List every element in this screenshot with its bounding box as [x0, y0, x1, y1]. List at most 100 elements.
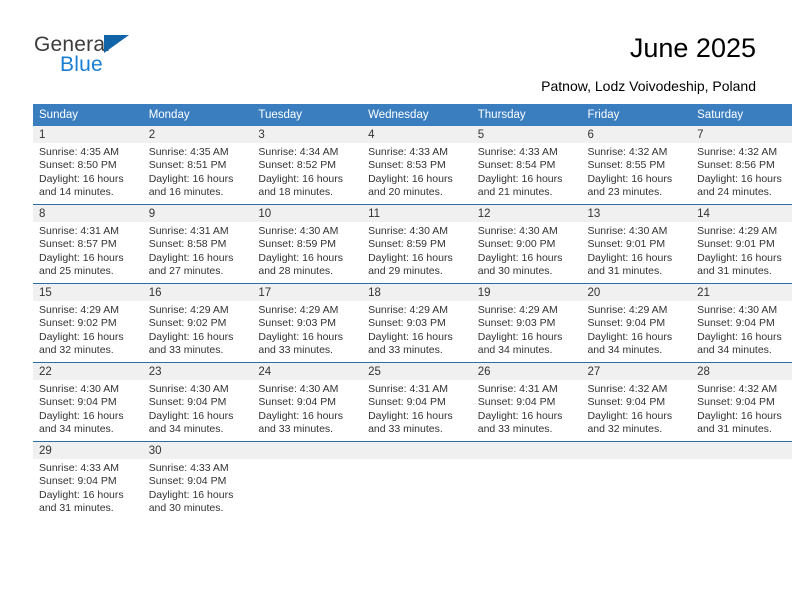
day-number [581, 442, 691, 444]
day-cell[interactable]: 15 Sunrise: 4:29 AM Sunset: 9:02 PM Dayligh… [33, 283, 143, 363]
day-cell[interactable]: 8 Sunrise: 4:31 AM Sunset: 8:57 PM Daylight… [33, 204, 143, 284]
day-number: 13 [587, 208, 601, 220]
sunset-text: Sunset: 9:04 PM [697, 317, 775, 330]
day-cell[interactable]: 30 Sunrise: 4:33 AM Sunset: 9:04 PM Dayligh… [142, 441, 253, 520]
daylight-text-line2: and 34 minutes. [477, 344, 553, 357]
logo[interactable]: General Blue [34, 33, 234, 83]
day-cell[interactable]: 13 Sunrise: 4:30 AM Sunset: 9:01 PM Dayligh… [581, 204, 692, 284]
daylight-text-line2: and 24 minutes. [697, 186, 772, 199]
sunset-text: Sunset: 8:53 PM [368, 159, 446, 172]
day-cell-empty [581, 441, 692, 520]
day-cell[interactable]: 6 Sunrise: 4:32 AM Sunset: 8:55 PM Daylight… [581, 126, 692, 205]
daylight-text-line2: and 28 minutes. [258, 265, 334, 278]
day-cell[interactable]: 22 Sunrise: 4:30 AM Sunset: 9:04 PM Dayligh… [33, 362, 143, 442]
day-number: 3 [258, 129, 265, 141]
day-number: 23 [148, 366, 162, 378]
sunrise-text: Sunrise: 4:30 AM [258, 225, 339, 237]
daylight-text-line1: Daylight: 16 hours [148, 330, 234, 343]
daylight-text-line2: and 29 minutes. [368, 265, 443, 278]
week-row: 29 Sunrise: 4:33 AM Sunset: 9:04 PM Dayligh… [33, 441, 792, 520]
day-cell[interactable]: 9 Sunrise: 4:31 AM Sunset: 8:58 PM Daylight… [142, 204, 253, 284]
daylight-text-line2: and 30 minutes. [148, 502, 224, 515]
sunset-text: Sunset: 8:58 PM [148, 238, 227, 251]
daylight-text-line1: Daylight: 16 hours [477, 330, 563, 343]
week-row: 22 Sunrise: 4:30 AM Sunset: 9:04 PM Dayligh… [33, 362, 792, 442]
sunset-text: Sunset: 9:04 PM [148, 396, 227, 409]
daylight-text-line2: and 33 minutes. [258, 344, 334, 357]
day-cell[interactable]: 21 Sunrise: 4:30 AM Sunset: 9:04 PM Dayligh… [691, 283, 792, 363]
day-cell[interactable]: 24 Sunrise: 4:30 AM Sunset: 9:04 PM Dayligh… [252, 362, 363, 442]
sunrise-text: Sunrise: 4:35 AM [148, 146, 229, 158]
sunset-text: Sunset: 9:04 PM [148, 475, 227, 488]
weekday-header-monday: Monday [142, 104, 253, 126]
daylight-text-line2: and 31 minutes. [39, 502, 114, 515]
day-cell[interactable]: 29 Sunrise: 4:33 AM Sunset: 9:04 PM Dayligh… [33, 441, 143, 520]
sunset-text: Sunset: 9:04 PM [258, 396, 337, 409]
day-cell[interactable]: 28 Sunrise: 4:32 AM Sunset: 9:04 PM Dayligh… [691, 362, 792, 442]
day-cell[interactable]: 26 Sunrise: 4:31 AM Sunset: 9:04 PM Dayligh… [471, 362, 582, 442]
daylight-text-line1: Daylight: 16 hours [258, 251, 344, 264]
daylight-text-line2: and 33 minutes. [368, 423, 443, 436]
day-cell-empty [691, 441, 792, 520]
daylight-text-line2: and 34 minutes. [697, 344, 772, 357]
day-cell[interactable]: 11 Sunrise: 4:30 AM Sunset: 8:59 PM Dayligh… [362, 204, 472, 284]
day-cell[interactable]: 5 Sunrise: 4:33 AM Sunset: 8:54 PM Daylight… [471, 126, 582, 205]
sunset-text: Sunset: 8:51 PM [148, 159, 227, 172]
day-cell[interactable]: 3 Sunrise: 4:34 AM Sunset: 8:52 PM Daylight… [252, 126, 363, 205]
sunset-text: Sunset: 9:04 PM [39, 396, 117, 409]
day-cell[interactable]: 2 Sunrise: 4:35 AM Sunset: 8:51 PM Daylight… [142, 126, 253, 205]
day-number: 1 [39, 129, 46, 141]
sunrise-text: Sunrise: 4:33 AM [39, 462, 119, 474]
daylight-text-line2: and 23 minutes. [587, 186, 663, 199]
daylight-text-line1: Daylight: 16 hours [148, 409, 234, 422]
day-number [252, 442, 362, 444]
daylight-text-line1: Daylight: 16 hours [148, 251, 234, 264]
daylight-text-line1: Daylight: 16 hours [258, 330, 344, 343]
calendar-table: Sunday Monday Tuesday Wednesday Thursday… [33, 104, 792, 520]
sunrise-text: Sunrise: 4:30 AM [697, 304, 778, 316]
daylight-text-line1: Daylight: 16 hours [587, 172, 673, 185]
day-number: 18 [368, 287, 381, 299]
day-cell[interactable]: 18 Sunrise: 4:29 AM Sunset: 9:03 PM Dayligh… [362, 283, 472, 363]
day-cell[interactable]: 1 Sunrise: 4:35 AM Sunset: 8:50 PM Daylight… [33, 126, 143, 205]
calendar-page: General Blue June 2025 Patnow, Lodz Voiv… [0, 0, 792, 612]
sunset-text: Sunset: 9:04 PM [587, 396, 666, 409]
day-cell[interactable]: 4 Sunrise: 4:33 AM Sunset: 8:53 PM Daylight… [362, 126, 472, 205]
day-cell[interactable]: 20 Sunrise: 4:29 AM Sunset: 9:04 PM Dayligh… [581, 283, 692, 363]
sunset-text: Sunset: 8:57 PM [39, 238, 117, 251]
sunrise-text: Sunrise: 4:35 AM [39, 146, 119, 158]
daylight-text-line2: and 33 minutes. [258, 423, 334, 436]
day-cell[interactable]: 23 Sunrise: 4:30 AM Sunset: 9:04 PM Dayligh… [142, 362, 253, 442]
day-number: 10 [258, 208, 272, 220]
daylight-text-line2: and 33 minutes. [148, 344, 224, 357]
day-cell[interactable]: 16 Sunrise: 4:29 AM Sunset: 9:02 PM Dayligh… [142, 283, 253, 363]
sunrise-text: Sunrise: 4:30 AM [477, 225, 558, 237]
daylight-text-line2: and 14 minutes. [39, 186, 114, 199]
sunset-text: Sunset: 8:56 PM [697, 159, 775, 172]
day-cell[interactable]: 7 Sunrise: 4:32 AM Sunset: 8:56 PM Daylight… [691, 126, 792, 205]
weekday-header-tuesday: Tuesday [252, 104, 363, 126]
day-cell[interactable]: 27 Sunrise: 4:32 AM Sunset: 9:04 PM Dayligh… [581, 362, 692, 442]
day-number: 9 [148, 208, 156, 220]
page-subtitle: Patnow, Lodz Voivodeship, Poland [541, 78, 756, 94]
day-number: 27 [587, 366, 601, 378]
weekday-header-saturday: Saturday [691, 104, 792, 126]
daylight-text-line1: Daylight: 16 hours [587, 251, 673, 264]
day-number: 19 [477, 287, 491, 299]
day-cell[interactable]: 19 Sunrise: 4:29 AM Sunset: 9:03 PM Dayligh… [471, 283, 582, 363]
day-cell[interactable]: 10 Sunrise: 4:30 AM Sunset: 8:59 PM Dayligh… [252, 204, 363, 284]
week-row: 15 Sunrise: 4:29 AM Sunset: 9:02 PM Dayligh… [33, 283, 792, 363]
daylight-text-line2: and 34 minutes. [39, 423, 114, 436]
sunrise-text: Sunrise: 4:32 AM [587, 383, 668, 395]
sunset-text: Sunset: 9:01 PM [697, 238, 775, 251]
sunrise-text: Sunrise: 4:34 AM [258, 146, 339, 158]
day-cell[interactable]: 12 Sunrise: 4:30 AM Sunset: 9:00 PM Dayligh… [471, 204, 582, 284]
day-number: 16 [148, 287, 162, 299]
sunrise-text: Sunrise: 4:31 AM [148, 225, 229, 237]
day-cell[interactable]: 25 Sunrise: 4:31 AM Sunset: 9:04 PM Dayligh… [362, 362, 472, 442]
day-cell[interactable]: 14 Sunrise: 4:29 AM Sunset: 9:01 PM Dayligh… [691, 204, 792, 284]
logo-triangle-icon [104, 35, 129, 53]
sunrise-text: Sunrise: 4:29 AM [148, 304, 229, 316]
sunset-text: Sunset: 8:52 PM [258, 159, 337, 172]
day-cell[interactable]: 17 Sunrise: 4:29 AM Sunset: 9:03 PM Dayligh… [252, 283, 363, 363]
